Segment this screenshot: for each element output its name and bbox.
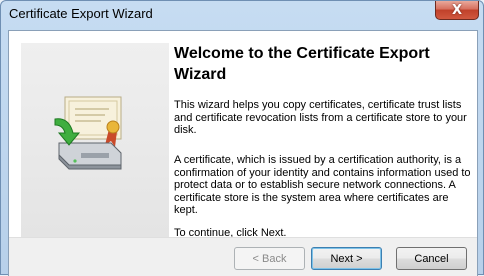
window-title: Certificate Export Wizard bbox=[9, 6, 153, 21]
wizard-intro-text: This wizard helps you copy certificates,… bbox=[174, 99, 467, 136]
next-button[interactable]: Next > bbox=[311, 247, 382, 270]
button-bar: < Back Next > Cancel bbox=[9, 237, 477, 276]
wizard-certificate-description: A certificate, which is issued by a cert… bbox=[174, 154, 471, 216]
wizard-content: Welcome to the Certificate Export Wizard… bbox=[9, 31, 477, 273]
wizard-window: Certificate Export Wizard X Welcome to t… bbox=[0, 0, 484, 276]
certificate-export-illustration-icon bbox=[54, 96, 122, 170]
title-bar[interactable]: Certificate Export Wizard X bbox=[1, 1, 483, 29]
wizard-heading: Welcome to the Certificate Export Wizard bbox=[174, 45, 430, 83]
back-button[interactable]: < Back bbox=[234, 247, 305, 270]
cancel-button[interactable]: Cancel bbox=[396, 247, 467, 270]
wizard-client-area: Welcome to the Certificate Export Wizard… bbox=[8, 30, 478, 276]
close-button[interactable]: X bbox=[435, 1, 479, 20]
close-icon: X bbox=[451, 2, 463, 18]
